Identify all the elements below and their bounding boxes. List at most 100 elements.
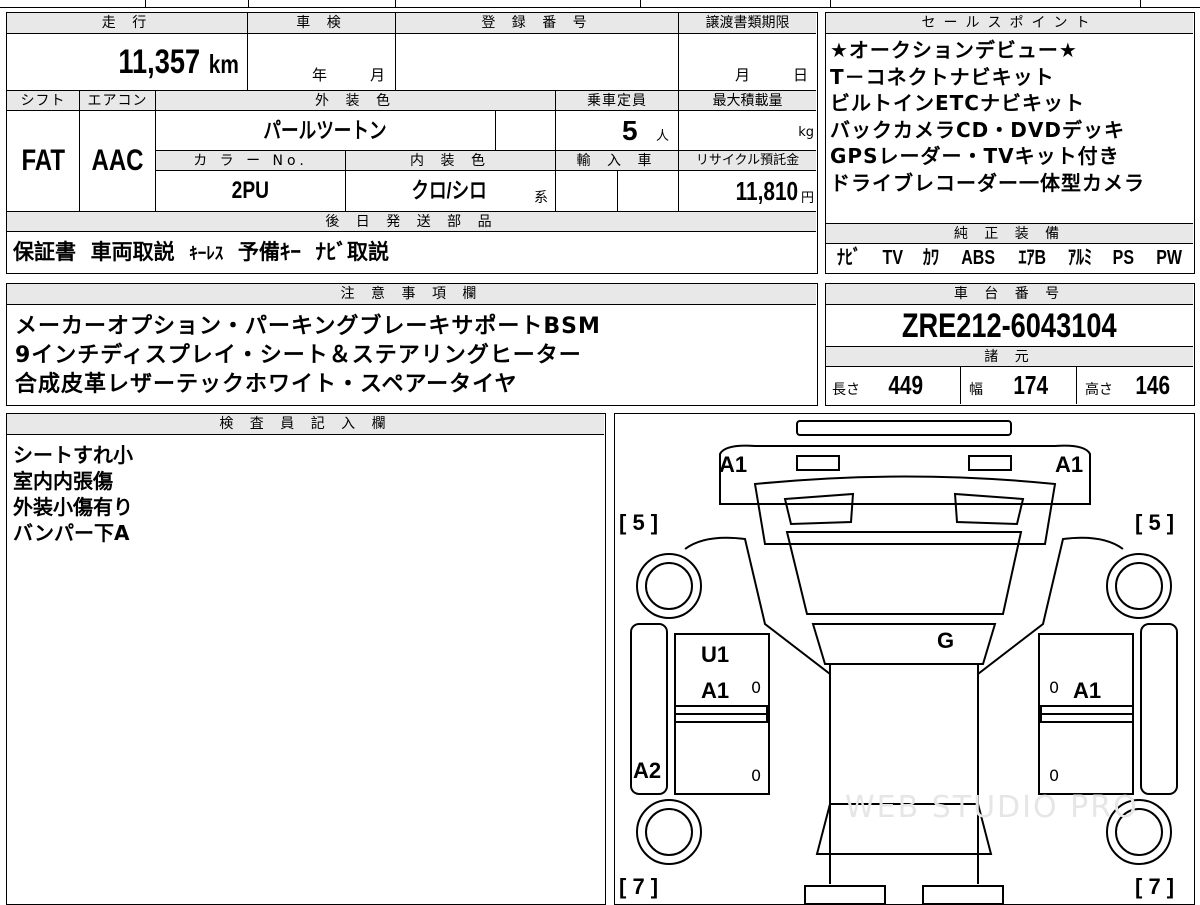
shift-cell: FAT [7,111,79,211]
registration-label: 登 録 番 号 [395,13,678,34]
recycle-label: リサイクル預託金 [678,150,816,171]
rear-bumper-left [804,885,886,904]
chassis-number: ZRE212-6043104 [902,307,1117,345]
max-load-unit: kg [798,125,814,140]
exterior-label: 外 装 色 [155,90,555,111]
inspector-line: 外装小傷有り [13,495,133,519]
transfer-month: 月 [735,66,751,84]
rear-bumper-right [922,885,1004,904]
ac-label: エアコン [79,90,155,111]
registration-cell [395,34,678,90]
car-diagram-panel: A1 A1 [ 5 ] [ 5 ] [ 7 ] [ 7 ] U1 A1 A1 G… [614,413,1195,905]
color-no-value: 2PU [231,177,270,204]
inspection-year: 年 [312,66,328,84]
spec-length-label: 長さ [832,382,860,398]
spec-height-label: 高さ [1085,382,1113,398]
notes-label: 注 意 事 項 欄 [7,284,816,305]
interior-label: 内 装 色 [345,150,555,171]
zero-mark: 0 [1049,766,1060,785]
exterior-value: パールツートン [263,118,388,143]
shift-label: シフト [7,90,79,111]
damage-mark: A1 [1055,452,1084,477]
inspector-notes: シートすれ小 室内内張傷 外装小傷有り バンパー下A [13,442,593,546]
side-strip-right [1140,623,1178,795]
zero-mark: 0 [1049,678,1060,697]
equipment-item: ｶﾜ [922,247,939,269]
headlight-left [783,492,855,526]
genuine-equipment-label: 純 正 装 備 [826,223,1193,244]
sales-point-line: ドライブレコーダー一体型カメラ [830,170,1145,195]
mileage-cell: 11,357 km [7,34,247,90]
capacity-cell: 5 人 [555,111,678,150]
sales-points-list: ★オークションデビュー★ T－コネクトナビキット ビルトインETCナビキット バ… [826,37,1193,207]
chassis-cell: ZRE212-6043104 [826,305,1193,347]
later-part-item: 車両取説 [90,240,175,264]
specs-label: 諸 元 [826,346,1193,367]
inspector-line: 室内内張傷 [13,469,113,493]
wheel-fr-inner [1115,562,1163,610]
interior-value: クロ/シロ [411,178,487,203]
note-line: メーカーオプション・パーキングブレーキサポートBSM [15,314,601,339]
sales-point-line: ★オークションデビュー★ [830,38,1078,62]
roof [829,663,979,805]
inspector-panel: 検 査 員 記 入 欄 シートすれ小 室内内張傷 外装小傷有り バンパー下A [6,413,606,905]
front-edge [796,420,1012,436]
damage-mark: U1 [701,642,730,667]
spec-height-value: 146 [1135,370,1171,400]
body-left [684,536,831,884]
ac-cell: AAC [79,111,155,211]
body-right [977,536,1124,884]
sales-point-line: T－コネクトナビキット [830,64,1055,89]
genuine-equipment-row: ﾅﾋﾞ TV ｶﾜ ABS ｴｱB ｱﾙﾐ PS PW [826,244,1193,272]
spec-width: 幅 174 [960,367,1076,404]
damage-mark: A1 [701,678,730,703]
transfer-cell: 月 日 [678,34,816,90]
equipment-item: PS [1113,247,1135,269]
chassis-label: 車 台 番 号 [826,284,1193,305]
max-load-label: 最大積載量 [678,90,816,111]
equipment-item: ABS [960,247,995,269]
interior-suffix: 系 [534,190,548,206]
mileage-label: 走 行 [7,13,247,34]
import-cell-2 [617,171,678,211]
sales-point-line: GPSレーダー・TVキット付き [830,144,1120,168]
ac-value: AAC [91,144,144,177]
watermark: WEB STUDIO PRO [845,790,1139,825]
later-part-item: ﾅﾋﾞ取説 [315,240,390,264]
note-line: 9インチディスプレイ・シート＆ステアリングヒーター [15,343,582,368]
roof-front [811,623,997,665]
transfer-day: 日 [793,66,809,84]
spec-length-value: 449 [888,370,924,400]
inspector-label: 検 査 員 記 入 欄 [7,414,604,435]
tire-mark: [ 5 ] [1135,510,1175,535]
inspection-cell: 年 月 [247,34,395,90]
spec-width-value: 174 [1013,370,1049,400]
later-part-item: ｷｰﾚｽ [189,244,224,264]
later-part-item: 保証書 [13,240,76,264]
headlight-right [953,492,1025,526]
sales-point-line: ビルトインETCナビキット [830,91,1085,115]
later-part-item: 予備ｷｰ [237,240,301,264]
tire-mark: [ 5 ] [619,510,659,535]
recycle-unit: 円 [800,191,814,206]
fog-lamp-right [968,455,1012,471]
interior-cell: クロ/シロ 系 [345,171,555,211]
capacity-value: 5 [622,115,638,146]
top-strip [0,0,1200,8]
sales-points-label: セールスポイント [826,13,1193,34]
sales-points-panel: セールスポイント ★オークションデビュー★ T－コネクトナビキット ビルトインE… [825,12,1195,274]
chassis-panel: 車 台 番 号 ZRE212-6043104 諸 元 長さ 449 幅 174 … [825,283,1195,406]
wheel-rl-inner [645,808,693,856]
note-line: 合成皮革レザーテックホワイト・スペアータイヤ [15,372,518,397]
import-label: 輸 入 車 [555,150,678,171]
later-parts-row: 保証書 車両取説 ｷｰﾚｽ 予備ｷｰ ﾅﾋﾞ取説 [13,233,813,271]
recycle-amount: 11,810 [735,176,798,206]
import-cell-1 [555,171,617,211]
equipment-item: ｱﾙﾐ [1067,247,1092,269]
color-no-cell: 2PU [155,171,345,211]
damage-mark: A2 [633,758,662,783]
transfer-label: 譲渡書類期限 [678,13,816,34]
capacity-label: 乗車定員 [555,90,678,111]
fog-lamp-left [796,455,840,471]
recycle-cell: 11,810 円 [678,171,816,211]
